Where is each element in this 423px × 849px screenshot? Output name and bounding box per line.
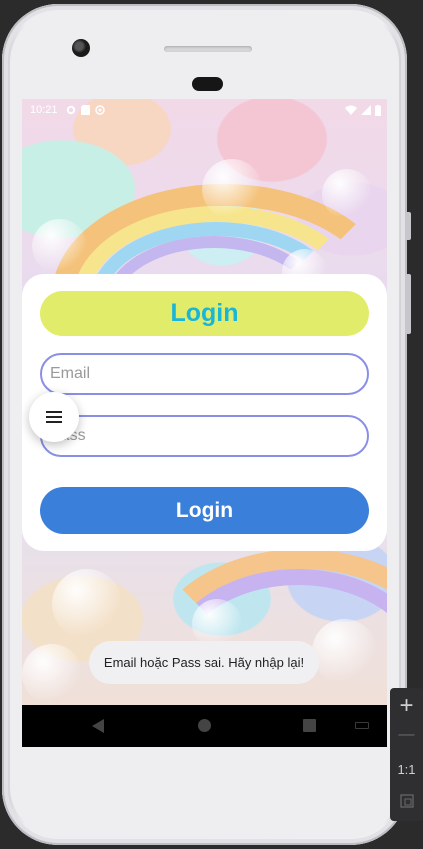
login-button[interactable]: Login (40, 487, 369, 534)
status-time: 10:21 (30, 104, 58, 116)
login-title: Login (40, 291, 369, 336)
recents-icon[interactable] (303, 719, 316, 732)
wifi-icon (345, 105, 357, 115)
zoom-in-button[interactable]: + (390, 692, 423, 720)
email-field[interactable] (40, 353, 369, 395)
password-field[interactable] (40, 415, 369, 457)
proximity-sensor (192, 77, 223, 91)
earpiece-speaker (164, 46, 252, 52)
status-system-icons (345, 104, 381, 116)
password-input[interactable] (42, 417, 350, 455)
menu-icon (46, 416, 62, 418)
front-camera (72, 39, 90, 57)
battery-icon (375, 104, 381, 116)
email-input[interactable] (42, 355, 350, 393)
sd-card-icon (80, 105, 90, 115)
error-toast: Email hoặc Pass sai. Hãy nhập lại! (89, 641, 319, 684)
menu-button[interactable] (29, 392, 79, 442)
fit-screen-button[interactable] (390, 794, 423, 813)
settings-icon (66, 105, 75, 115)
power-button (405, 212, 411, 240)
back-icon[interactable] (92, 719, 104, 733)
actual-size-button[interactable]: 1:1 (390, 762, 423, 777)
volume-button (405, 274, 411, 334)
fit-screen-icon (399, 794, 414, 808)
app-screen: 10:21 Login Login Email hoặc Pass sai. H… (22, 99, 387, 747)
at-sign-icon (94, 105, 105, 115)
signal-icon (361, 105, 371, 115)
zoom-out-button[interactable]: — (390, 726, 423, 744)
status-bar: 10:21 (22, 99, 387, 121)
navigation-bar (22, 705, 387, 747)
home-icon[interactable] (198, 719, 211, 732)
emulator-toolbar: + — 1:1 (390, 688, 423, 821)
keyboard-icon[interactable] (355, 722, 369, 729)
status-notification-icons (66, 105, 105, 115)
